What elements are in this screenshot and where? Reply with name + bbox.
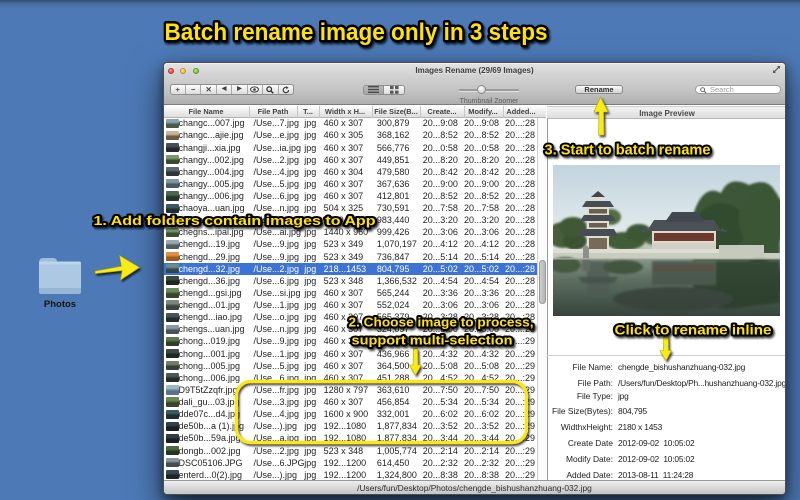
svg-text:Batch rename image only in 3 s: Batch rename image only in 3 steps <box>165 19 548 46</box>
svg-text:Photos: Photos <box>44 299 76 310</box>
